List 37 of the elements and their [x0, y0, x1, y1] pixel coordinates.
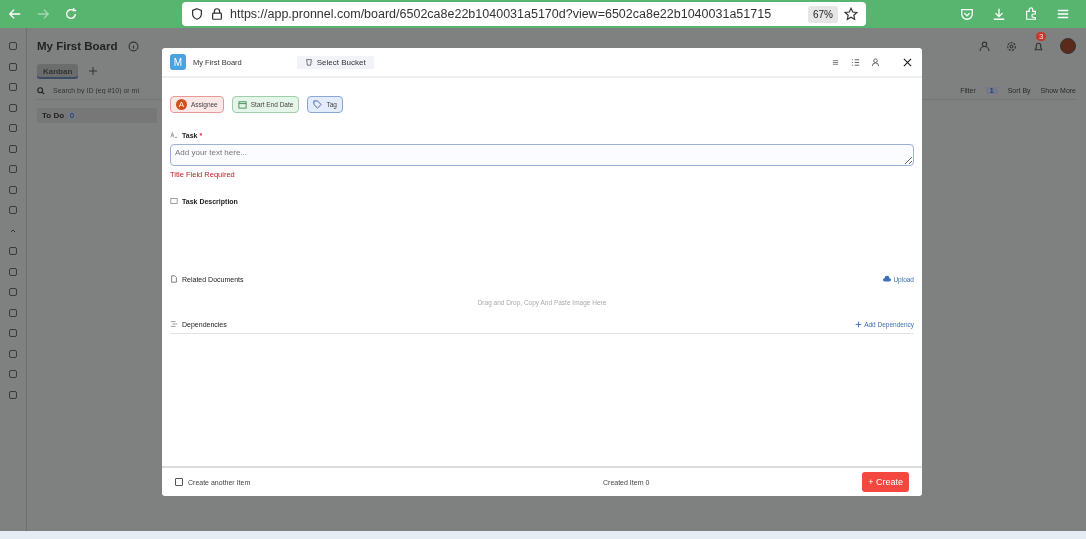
- board-avatar: M: [170, 54, 186, 70]
- document-icon: [170, 275, 178, 283]
- text-icon: [170, 131, 178, 139]
- pocket-icon[interactable]: [960, 7, 974, 21]
- bell-icon[interactable]: [1033, 40, 1044, 52]
- close-icon[interactable]: [903, 57, 912, 67]
- calendar-icon: [237, 100, 247, 109]
- notification-badge: 3: [1036, 31, 1047, 41]
- search-icon: [37, 86, 45, 95]
- settings-icon[interactable]: [1006, 40, 1017, 52]
- back-icon[interactable]: [8, 7, 22, 21]
- dependency-icon: [170, 320, 178, 328]
- description-icon: [170, 197, 178, 205]
- column-title: To Do: [42, 111, 65, 120]
- lock-icon: [210, 7, 224, 21]
- board-title: My First Board: [37, 40, 118, 52]
- plus-icon: [855, 320, 863, 328]
- checklist-icon[interactable]: [851, 57, 860, 67]
- address-bar[interactable]: https://app.pronnel.com/board/6502ca8e22b1040031a5170d?view=6502ca8e22b1040031a51715 67%: [182, 2, 866, 26]
- task-input[interactable]: Add your text here...: [170, 144, 914, 166]
- bookmark-star-icon[interactable]: [844, 7, 858, 21]
- info-icon[interactable]: [127, 40, 139, 52]
- cloud-upload-icon: [883, 275, 892, 283]
- tag-icon: [313, 100, 323, 109]
- avatar[interactable]: [1060, 38, 1076, 54]
- list-icon[interactable]: [831, 57, 840, 67]
- download-icon[interactable]: [992, 7, 1006, 21]
- bucket-icon: [304, 58, 313, 66]
- shield-icon[interactable]: [190, 7, 204, 21]
- url-text: https://app.pronnel.com/board/6502ca8e22b1040031a5170d?view=6502ca8e22b1040031a51715: [230, 7, 773, 21]
- zoom-level[interactable]: 67%: [808, 5, 838, 23]
- assignee-avatar: A: [176, 99, 187, 110]
- extensions-icon[interactable]: [1024, 7, 1038, 21]
- menu-icon[interactable]: [1056, 7, 1070, 21]
- reload-icon[interactable]: [64, 7, 78, 21]
- bucket-select[interactable]: Select Bucket: [296, 55, 374, 69]
- create-button[interactable]: + Create: [862, 472, 909, 492]
